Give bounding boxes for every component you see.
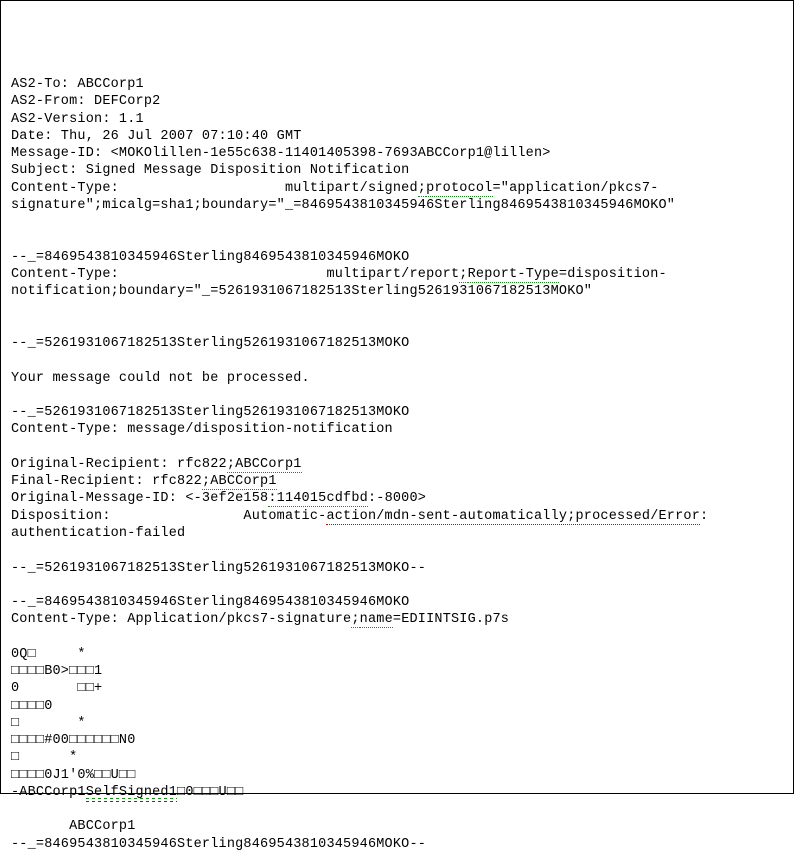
- ct2-report-type: Report-Type: [468, 267, 559, 283]
- as2-version: AS2-Version: 1.1: [11, 112, 144, 127]
- boundary-signed-open: --_=8469543810345946Sterling846954381034…: [11, 250, 409, 265]
- binary-line: □□□□0J1'0%□□U□□: [11, 768, 136, 783]
- binary-line: □□□□#00□□□□□□N0: [11, 733, 136, 748]
- selfsigned-c: □0□□□U□□: [177, 785, 243, 800]
- ct2-semi: ;: [459, 267, 467, 283]
- content-type-signature-a: Content-Type: Application/pkcs7-signatur…: [11, 612, 351, 627]
- binary-line: □□□□0: [11, 699, 53, 714]
- binary-line: 0 □□+: [11, 681, 102, 696]
- as2-from: AS2-From: DEFCorp2: [11, 94, 160, 109]
- disposition-a: Disposition: Automatic-: [11, 509, 326, 524]
- boundary-signed-mid: --_=8469543810345946Sterling846954381034…: [11, 595, 409, 610]
- original-message-id-a: Original-Message-ID: <-3ef2e158: [11, 491, 268, 506]
- boundary-report-mid: --_=5261931067182513Sterling526193106718…: [11, 405, 409, 420]
- binary-line: ABCCorp1: [11, 819, 136, 834]
- ct1-protocol: protocol: [426, 181, 492, 197]
- binary-line: □□□□B0>□□□1: [11, 664, 102, 679]
- final-recipient-val: ;ABCCorp1: [202, 474, 277, 490]
- selfsigned-b: SelfSigned1: [86, 785, 177, 802]
- original-recipient: Original-Recipient: rfc822: [11, 457, 227, 472]
- boundary-report-open: --_=5261931067182513Sterling526193106718…: [11, 336, 409, 351]
- content-type-signed-a: Content-Type: multipart/signed: [11, 181, 418, 196]
- final-recipient: Final-Recipient: rfc822: [11, 474, 202, 489]
- boundary-signed-close: --_=8469543810345946Sterling846954381034…: [11, 837, 426, 852]
- ct4-semi: ;: [351, 612, 359, 628]
- body-message: Your message could not be processed.: [11, 371, 310, 386]
- original-message-id-b: :114015cdfbd: [268, 491, 368, 507]
- content-type-signature-b: =EDIINTSIG.p7s: [393, 612, 509, 627]
- boundary-report-close: --_=5261931067182513Sterling526193106718…: [11, 561, 426, 576]
- binary-line: □ *: [11, 750, 77, 765]
- original-message-id-c: :-8000>: [368, 491, 426, 506]
- subject: Subject: Signed Message Disposition Noti…: [11, 163, 409, 178]
- binary-line: □ *: [11, 716, 86, 731]
- content-type-disposition: Content-Type: message/disposition-notifi…: [11, 422, 393, 437]
- message-id: Message-ID: <MOKOlillen-1e55c638-1140140…: [11, 146, 551, 161]
- disposition-b: action/mdn-sent-automatically;processed/…: [326, 509, 700, 525]
- original-recipient-val: ;ABCCorp1: [227, 457, 302, 473]
- content-type-report-a: Content-Type: multipart/report: [11, 267, 459, 282]
- ct1-semi: ;: [418, 181, 426, 197]
- as2-mdn-document: { "doc": { "header1": "AS2-To: ABCCorp1"…: [0, 0, 794, 794]
- binary-line: 0Q□ *: [11, 647, 86, 662]
- ct4-name: name: [360, 612, 393, 628]
- date-header: Date: Thu, 26 Jul 2007 07:10:40 GMT: [11, 129, 302, 144]
- selfsigned-a: -ABCCorp1: [11, 785, 86, 800]
- as2-to: AS2-To: ABCCorp1: [11, 77, 144, 92]
